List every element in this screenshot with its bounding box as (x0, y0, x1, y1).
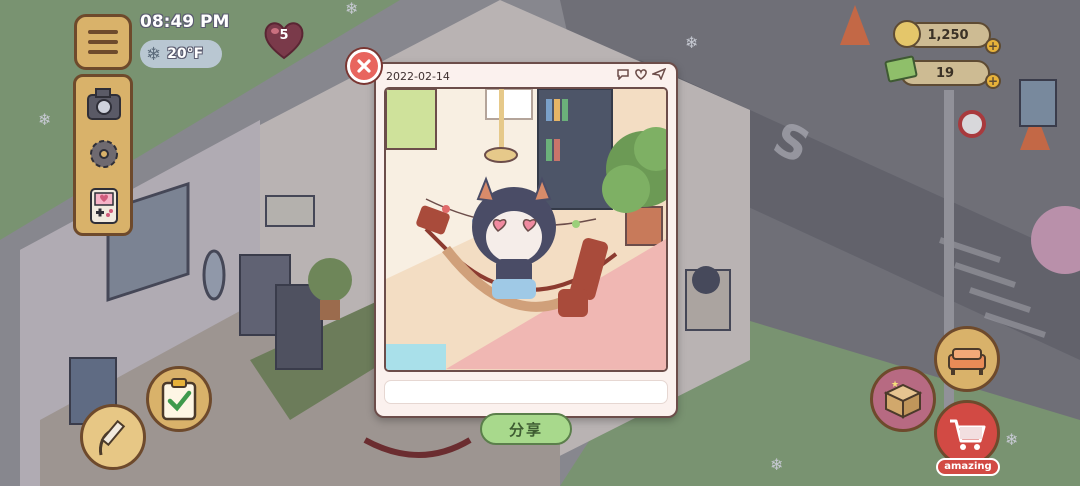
svg-text:❄: ❄ (345, 0, 358, 18)
camera-icon (87, 88, 121, 120)
photo-card: 2022-02-14 (374, 62, 678, 418)
shop-cart-button[interactable] (934, 400, 1000, 466)
box-icon: ★ (883, 380, 923, 419)
camera-button[interactable] (85, 85, 123, 123)
svg-text:❄: ❄ (1005, 430, 1018, 449)
share-button[interactable]: 分享 (480, 413, 572, 445)
clipboard-check-icon (161, 378, 197, 421)
like-heart-icon[interactable] (634, 68, 648, 80)
weather-badge: ❄ 20°F (140, 40, 222, 68)
coins-value: 1,250 (927, 27, 969, 43)
menu-button[interactable] (74, 14, 132, 70)
edit-icon (99, 419, 126, 456)
photo-actions (616, 68, 666, 80)
photo-illustration (386, 89, 666, 370)
photo-caption[interactable] (384, 380, 668, 404)
cart-icon (950, 419, 986, 450)
handheld-game-button[interactable] (85, 187, 123, 225)
sofa-icon (948, 348, 986, 375)
photo-date: 2022-02-14 (386, 70, 450, 83)
close-button[interactable] (347, 49, 381, 83)
svg-text:❄: ❄ (38, 110, 51, 129)
hearts-count: 5 (279, 28, 289, 43)
photo-image (384, 87, 668, 372)
coin-icon (893, 20, 921, 48)
send-icon[interactable] (652, 68, 666, 80)
svg-text:❄: ❄ (685, 33, 698, 52)
add-cash-button[interactable]: + (985, 73, 1001, 89)
edit-character-button[interactable] (80, 404, 146, 470)
game-clock: 08:49 PM (140, 12, 230, 32)
temperature: 20°F (167, 46, 204, 62)
hamburger-icon (88, 30, 118, 34)
comment-icon[interactable] (616, 68, 630, 80)
snowflake-icon: ❄ (146, 43, 162, 65)
cash-value: 19 (935, 65, 955, 81)
gear-icon (90, 140, 118, 168)
tool-bar (73, 74, 133, 236)
amazing-badge: amazing (936, 458, 1000, 476)
game-console-icon (90, 188, 118, 224)
tasks-button[interactable] (146, 366, 212, 432)
svg-text:❄: ❄ (770, 455, 783, 474)
storage-box-button[interactable]: ★ (870, 366, 936, 432)
add-coins-button[interactable]: + (985, 38, 1001, 54)
settings-button[interactable] (85, 135, 123, 173)
hearts-counter: 5 (262, 18, 306, 62)
svg-text:★: ★ (891, 380, 899, 390)
close-icon (357, 59, 371, 73)
furniture-button[interactable] (934, 326, 1000, 392)
